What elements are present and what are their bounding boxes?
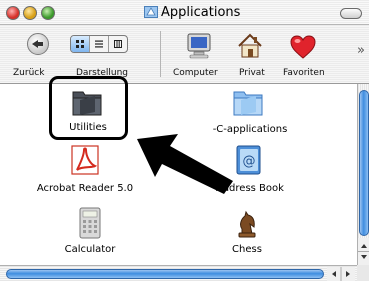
computer-button-label[interactable]: Computer (173, 68, 218, 78)
applications-folder-icon (144, 6, 158, 18)
toolbar: Zurück Darstellung Computer Privat Favor… (0, 25, 369, 84)
finder-window: Applications Zurück Darstellung Computer… (0, 0, 369, 281)
window-title: Applications (161, 5, 241, 20)
calculator-icon (79, 207, 101, 239)
file-item-label: Address Book (216, 183, 284, 194)
favorites-button-label[interactable]: Favoriten (283, 68, 325, 78)
vertical-scroll-arrows-icon[interactable] (358, 238, 369, 265)
minimize-window-button[interactable] (23, 6, 37, 20)
zoom-window-button[interactable] (41, 6, 55, 20)
file-item-c-applications[interactable]: -C-applications (195, 86, 305, 138)
file-item-acrobat-reader[interactable]: Acrobat Reader 5.0 (30, 144, 140, 196)
icon-view-button[interactable] (71, 36, 90, 52)
address-book-icon: @ (236, 145, 261, 175)
view-mode-segmented-control[interactable] (70, 35, 128, 53)
file-browser-area[interactable]: Utilities -C-applications Acrobat Reader… (0, 76, 357, 265)
list-view-button[interactable] (90, 36, 109, 52)
toolbar-separator (160, 31, 161, 77)
computer-icon[interactable] (184, 31, 214, 61)
highlight-annotation-box (49, 76, 128, 140)
close-window-button[interactable] (6, 6, 20, 20)
chess-knight-icon (238, 210, 256, 238)
back-button-label[interactable]: Zurück (13, 68, 44, 78)
file-item-chess[interactable]: Chess (212, 204, 282, 260)
vertical-scrollbar[interactable] (357, 84, 369, 265)
vertical-scroll-thumb[interactable] (359, 90, 369, 236)
toolbar-overflow-chevron-icon[interactable]: » (357, 43, 365, 58)
column-view-icon (114, 40, 122, 48)
horizontal-scroll-arrows-icon[interactable] (327, 267, 355, 281)
file-item-calculator[interactable]: Calculator (55, 204, 125, 260)
file-item-label: Acrobat Reader 5.0 (36, 183, 134, 194)
resize-grip-icon[interactable] (357, 265, 369, 281)
home-button-label[interactable]: Privat (239, 68, 265, 78)
file-item-label: Chess (232, 244, 262, 255)
title-bar[interactable]: Applications (0, 0, 369, 25)
file-item-label: Calculator (64, 244, 116, 255)
svg-text:@: @ (243, 154, 256, 169)
back-arrow-icon[interactable] (27, 33, 49, 55)
toolbar-toggle-button[interactable] (340, 8, 362, 19)
favorites-heart-icon[interactable] (288, 33, 318, 61)
list-view-icon (95, 40, 103, 48)
acrobat-icon (71, 145, 99, 175)
icon-view-icon (76, 40, 84, 48)
folder-icon (233, 91, 263, 116)
column-view-button[interactable] (109, 36, 127, 52)
horizontal-scrollbar[interactable] (0, 265, 357, 281)
home-icon[interactable] (235, 31, 265, 61)
file-item-address-book[interactable]: @ Address Book (195, 144, 305, 196)
horizontal-scroll-thumb[interactable] (6, 269, 324, 279)
file-item-label: -C-applications (212, 124, 288, 135)
